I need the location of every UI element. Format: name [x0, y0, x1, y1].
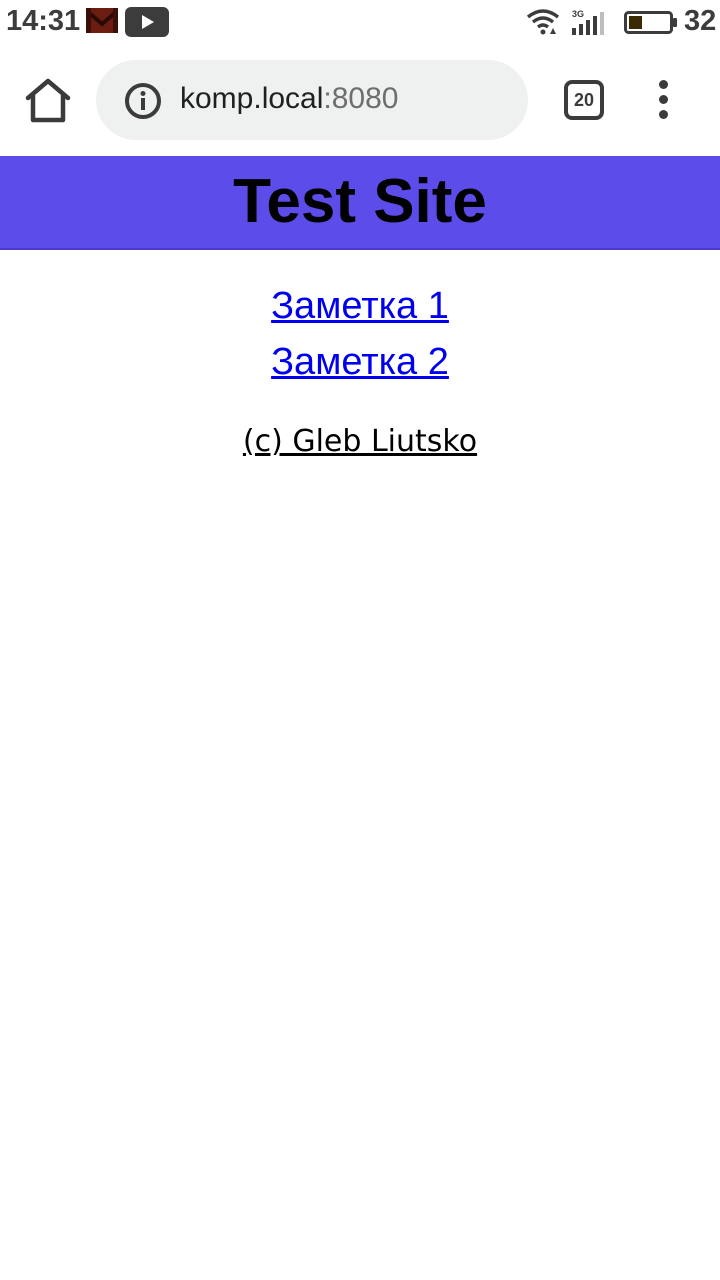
battery-icon — [624, 11, 677, 34]
tab-count: 20 — [573, 90, 595, 110]
tabs-icon[interactable]: 20 — [564, 80, 604, 120]
note-link-1[interactable]: Заметка 1 — [0, 278, 720, 334]
footer-copyright: (c) Gleb Liutsko — [242, 424, 478, 459]
gmail-icon — [86, 8, 118, 33]
note-link-2[interactable]: Заметка 2 — [0, 334, 720, 390]
site-header: Test Site — [0, 156, 720, 250]
status-time: 14:31 — [6, 5, 81, 37]
youtube-icon — [125, 7, 169, 37]
note-list: Заметка 1 Заметка 2 — [0, 278, 720, 390]
url-host: komp.local — [180, 82, 324, 115]
home-icon[interactable] — [22, 76, 74, 126]
page-title: Test Site — [233, 167, 487, 236]
footer: (c) Gleb Liutsko — [0, 424, 720, 459]
status-bar: 14:31 3G 32 — [0, 0, 720, 44]
url-port: :8080 — [323, 82, 399, 115]
wifi-icon — [526, 9, 560, 35]
info-icon[interactable] — [124, 82, 162, 120]
signal-icon: 3G — [570, 8, 610, 36]
address-bar[interactable]: komp.local:8080 — [96, 60, 528, 140]
network-type-label: 3G — [572, 9, 584, 19]
battery-level: 32 — [684, 5, 717, 37]
browser-toolbar: komp.local:8080 20 — [0, 44, 720, 156]
url-text[interactable]: komp.local:8080 — [180, 82, 398, 116]
more-vert-icon[interactable] — [652, 80, 676, 120]
